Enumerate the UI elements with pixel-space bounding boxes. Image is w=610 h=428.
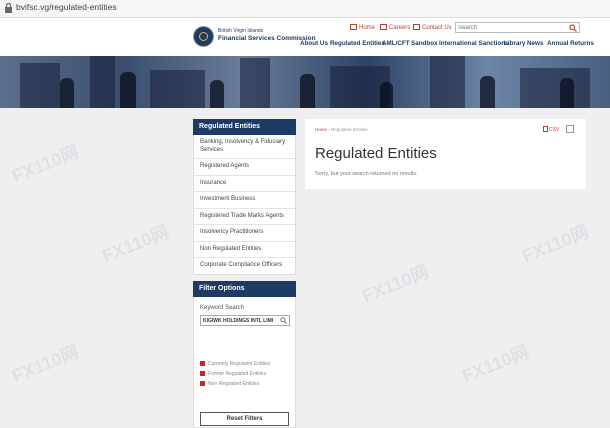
banner-building <box>240 58 270 108</box>
no-results-message: Sorry, but your search returned no resul… <box>315 171 418 177</box>
watermark: FX110网 <box>9 141 82 187</box>
banner-person <box>300 74 315 108</box>
checkbox-icon[interactable] <box>200 371 205 376</box>
checkbox-label: Former Regulated Entities <box>208 371 267 377</box>
csv-label: CSV <box>549 127 560 133</box>
checkbox-non-regulated[interactable]: Non Regulated Entities <box>200 381 259 387</box>
filter-body: Keyword Search Currently Regulated Entit… <box>193 297 296 428</box>
reset-filters-button[interactable]: Reset Filters <box>200 412 289 426</box>
banner-building <box>20 63 60 108</box>
breadcrumb: Home › Regulated Entities <box>315 127 368 132</box>
filter-heading: Filter Options <box>193 281 296 297</box>
nav-international-sanctions[interactable]: International Sanctions <box>439 40 509 47</box>
breadcrumb-current: Regulated Entities <box>331 127 368 132</box>
browser-url[interactable]: bvifsc.vg/regulated-entities <box>16 2 117 12</box>
sidebar-item-insolvency-practitioners[interactable]: Insolvency Practitioners <box>194 225 295 242</box>
contact-link-label: Contact Us <box>422 25 452 31</box>
checkbox-label: Non Regulated Entities <box>208 381 260 387</box>
results-panel: Home › Regulated Entities CSV Regulated … <box>305 119 586 189</box>
banner-person <box>380 82 393 108</box>
nav-about-us[interactable]: About Us <box>300 40 328 47</box>
checkbox-icon[interactable] <box>200 361 205 366</box>
sidebar-item-non-regulated[interactable]: Non Regulated Entities <box>194 242 295 258</box>
sidebar-item-registered-agents[interactable]: Registered Agents <box>194 159 295 176</box>
logo-subtitle: British Virgin Islands <box>218 28 264 34</box>
banner-building <box>90 56 115 108</box>
home-link-label: Home <box>359 25 376 31</box>
nav-annual-returns[interactable]: Annual Returns <box>547 40 594 47</box>
banner-building <box>150 70 205 108</box>
checkbox-former-regulated[interactable]: Former Regulated Entities <box>200 371 266 377</box>
filter-options-panel: Filter Options Keyword Search Currently … <box>193 281 296 428</box>
fsc-logo-icon[interactable] <box>193 26 214 47</box>
checkbox-icon[interactable] <box>200 381 205 386</box>
csv-export-button[interactable]: CSV <box>543 126 559 133</box>
search-input[interactable] <box>458 23 563 32</box>
watermark: FX110网 <box>359 261 432 307</box>
banner-building <box>430 56 465 108</box>
banner-person <box>120 72 136 108</box>
regulated-entities-sidebar: Regulated Entities Banking, Insolvency &… <box>193 119 296 275</box>
site-search <box>455 22 580 33</box>
banner-person <box>480 76 495 108</box>
briefcase-icon <box>380 24 387 30</box>
banner-person <box>560 78 574 108</box>
sidebar-item-investment-business[interactable]: Investment Business <box>194 192 295 209</box>
keyword-search-label: Keyword Search <box>200 305 245 311</box>
contact-link[interactable]: Contact Us <box>413 24 452 31</box>
sidebar-heading: Regulated Entities <box>193 119 296 135</box>
nav-sandbox[interactable]: Sandbox <box>411 40 438 47</box>
home-link[interactable]: Home <box>350 24 375 31</box>
watermark: FX110网 <box>9 341 82 387</box>
keyword-search-input[interactable] <box>203 316 279 325</box>
careers-link-label: Careers <box>389 25 411 31</box>
watermark: FX110网 <box>459 341 532 387</box>
home-icon <box>350 24 357 30</box>
breadcrumb-separator: › <box>328 127 330 132</box>
envelope-icon <box>413 24 420 30</box>
sidebar-item-banking[interactable]: Banking, Insolvency & Fiduciary Services <box>194 135 295 159</box>
breadcrumb-home[interactable]: Home <box>315 127 327 132</box>
banner-person <box>60 78 74 108</box>
search-icon[interactable] <box>569 24 577 32</box>
hero-banner <box>0 56 610 108</box>
nav-library[interactable]: Library <box>504 40 525 47</box>
nav-regulated-entities[interactable]: Regulated Entities <box>330 40 385 47</box>
nav-news[interactable]: News <box>527 40 543 47</box>
lock-icon <box>5 3 12 13</box>
checkbox-label: Currently Regulated Entities <box>208 361 271 367</box>
watermark: FX110网 <box>99 221 172 267</box>
browser-address-bar[interactable]: bvifsc.vg/regulated-entities <box>0 0 610 18</box>
main-nav: About Us Regulated Entities AML/CFT Sand… <box>300 40 600 50</box>
sidebar-menu: Banking, Insolvency & Fiduciary Services… <box>193 135 296 275</box>
keyword-search-box <box>200 315 290 326</box>
banner-building <box>520 68 590 108</box>
sidebar-item-compliance-officers[interactable]: Corporate Compliance Officers <box>194 258 295 274</box>
checkbox-currently-regulated[interactable]: Currently Regulated Entities <box>200 361 270 367</box>
print-icon[interactable] <box>566 125 574 133</box>
page-title: Regulated Entities <box>315 145 437 162</box>
site-header: British Virgin Islands Financial Service… <box>0 18 610 56</box>
file-icon <box>543 126 548 132</box>
sidebar-item-trade-marks-agents[interactable]: Registered Trade Marks Agents <box>194 209 295 225</box>
sidebar-item-insurance[interactable]: Insurance <box>194 176 295 192</box>
nav-aml-cft[interactable]: AML/CFT <box>382 40 410 47</box>
banner-person <box>210 80 224 108</box>
search-icon[interactable] <box>280 317 287 324</box>
careers-link[interactable]: Careers <box>380 24 410 31</box>
watermark: FX110网 <box>519 221 592 267</box>
